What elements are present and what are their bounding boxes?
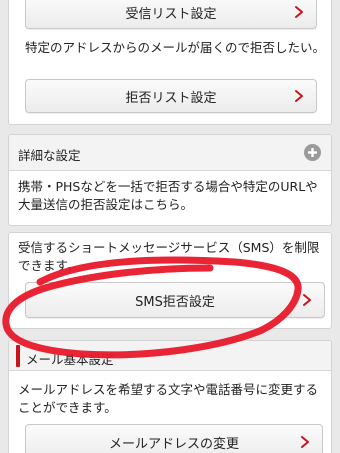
detail-settings-header[interactable]: 詳細な設定: [9, 135, 331, 171]
mail-basic-settings-header: メール基本設定: [9, 341, 331, 371]
receive-settings-card: 受信リスト設定 特定のアドレスからのメールが届くので拒否したい。 拒否リスト設定: [8, 0, 332, 125]
detail-settings-description: 携帯・PHSなどを一括で拒否する場合や特定のURLや大量送信の拒否設定はこちら。: [18, 179, 318, 212]
reject-list-settings-label: 拒否リスト設定: [125, 90, 217, 106]
chevron-right-icon: [295, 6, 303, 18]
sms-reject-settings-button[interactable]: SMS拒否設定: [25, 282, 325, 318]
chevron-right-icon: [295, 90, 303, 102]
section-accent-bar: [16, 345, 20, 367]
receive-list-settings-label: 受信リスト設定: [125, 6, 217, 22]
receive-list-settings-button[interactable]: 受信リスト設定: [25, 0, 317, 29]
detail-settings-card: 詳細な設定 携帯・PHSなどを一括で拒否する場合や特定のURLや大量送信の拒否設…: [8, 134, 332, 226]
mail-basic-settings-card: メール基本設定 メールアドレスを希望する文字や電話番号に変更することができます。…: [8, 340, 332, 453]
mail-settings-page: 受信リスト設定 特定のアドレスからのメールが届くので拒否したい。 拒否リスト設定…: [0, 0, 340, 453]
reject-list-settings-button[interactable]: 拒否リスト設定: [25, 79, 317, 113]
plus-circle-icon[interactable]: [304, 144, 321, 161]
detail-settings-title: 詳細な設定: [18, 148, 81, 163]
chevron-right-icon: [303, 294, 311, 306]
change-mail-address-label: メールアドレスの変更: [108, 436, 239, 452]
sms-description: 受信するショートメッセージサービス（SMS）を制限できます。: [18, 240, 320, 273]
mail-basic-settings-title: メール基本設定: [26, 352, 114, 367]
sms-reject-settings-label: SMS拒否設定: [135, 294, 215, 310]
mail-basic-description: メールアドレスを希望する文字や電話番号に変更することができます。: [18, 382, 319, 415]
change-mail-address-button[interactable]: メールアドレスの変更: [25, 424, 323, 453]
chevron-right-icon: [301, 436, 309, 448]
reject-description: 特定のアドレスからのメールが届くので拒否したい。: [25, 40, 326, 55]
sms-settings-card: 受信するショートメッセージサービス（SMS）を制限できます。 SMS拒否設定: [8, 232, 332, 329]
